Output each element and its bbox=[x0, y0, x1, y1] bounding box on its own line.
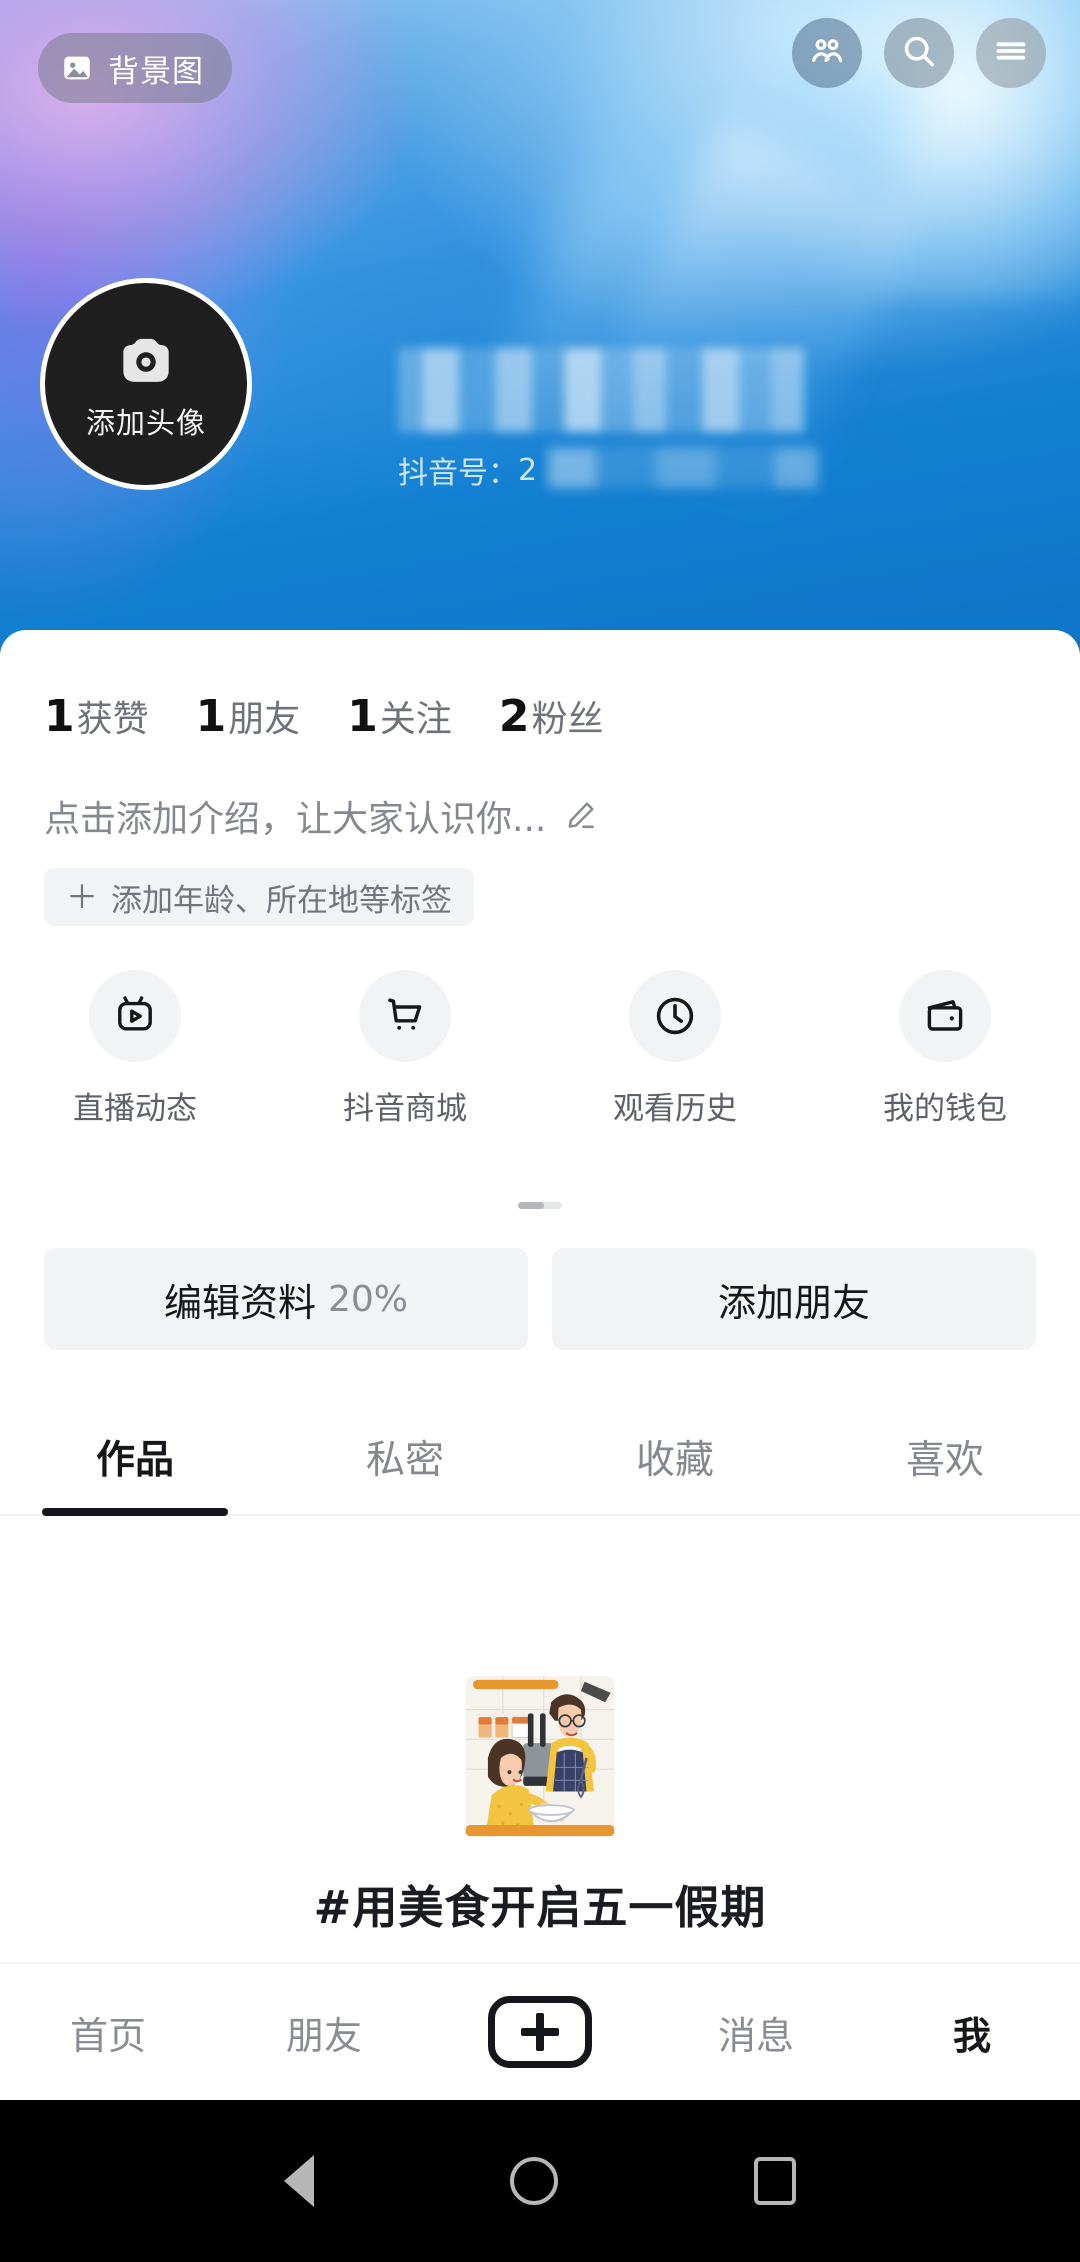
search-button[interactable] bbox=[884, 18, 954, 88]
header-actions bbox=[792, 18, 1046, 88]
edit-profile-button[interactable]: 编辑资料 20% bbox=[44, 1248, 528, 1350]
douyin-id-value: 2 bbox=[518, 452, 538, 488]
stat-label: 关注 bbox=[379, 699, 452, 740]
stat-value: 1 bbox=[44, 691, 75, 742]
quick-actions-scroll-indicator bbox=[518, 1202, 562, 1209]
system-navigation-bar bbox=[0, 2100, 1080, 2262]
add-tags-label: 添加年龄、所在地等标签 bbox=[111, 882, 453, 919]
background-image-label: 背景图 bbox=[108, 53, 204, 90]
bio-row[interactable]: 点击添加介绍，让大家认识你... bbox=[44, 790, 598, 842]
nav-label: 首页 bbox=[69, 2013, 146, 2058]
nav-messages[interactable]: 消息 bbox=[648, 2005, 864, 2060]
edit-profile-label: 编辑资料 bbox=[163, 1280, 316, 1325]
friends-button[interactable] bbox=[792, 18, 862, 88]
edit-profile-percent: 20% bbox=[328, 1278, 409, 1320]
back-button[interactable] bbox=[284, 2155, 314, 2207]
stat-following[interactable]: 1 关注 bbox=[347, 690, 452, 742]
quick-action-label: 我的钱包 bbox=[883, 1091, 1007, 1127]
stats-row: 1 获赞 1 朋友 1 关注 2 粉丝 bbox=[44, 690, 604, 742]
quick-action-history[interactable]: 观看历史 bbox=[540, 970, 810, 1128]
quick-action-live[interactable]: 直播动态 bbox=[0, 970, 270, 1128]
app-screen: 背景图 添加头像 抖音号： 2 1 获赞 1 朋友 1 关注 2 粉丝 点击添加… bbox=[0, 0, 1080, 2262]
stat-value: 2 bbox=[498, 691, 530, 742]
profile-actions: 编辑资料 20% 添加朋友 bbox=[44, 1248, 1036, 1350]
bottom-navigation: 首页 朋友 消息 我 bbox=[0, 1962, 1080, 2100]
avatar-caption: 添加头像 bbox=[85, 406, 206, 440]
tab-private[interactable]: 私密 bbox=[270, 1400, 540, 1514]
nav-label: 消息 bbox=[717, 2013, 794, 2058]
quick-action-wallet[interactable]: 我的钱包 bbox=[810, 970, 1080, 1128]
douyin-id-row[interactable]: 抖音号： 2 bbox=[398, 448, 818, 491]
promo-title: #用美食开启五一假期 bbox=[313, 1881, 767, 1934]
friends-icon bbox=[807, 31, 847, 75]
douyin-id-redacted bbox=[548, 448, 818, 488]
add-friend-button[interactable]: 添加朋友 bbox=[552, 1248, 1036, 1350]
profile-banner[interactable]: 背景图 添加头像 抖音号： 2 bbox=[0, 0, 1080, 660]
stat-value: 1 bbox=[347, 691, 378, 742]
plus-icon[interactable] bbox=[488, 1996, 592, 2068]
tab-favorites[interactable]: 收藏 bbox=[540, 1400, 810, 1514]
tab-label: 喜欢 bbox=[905, 1438, 984, 1483]
wallet-icon bbox=[899, 970, 991, 1062]
quick-action-label: 抖音商城 bbox=[343, 1091, 467, 1127]
bio-placeholder: 点击添加介绍，让大家认识你... bbox=[44, 799, 547, 840]
live-tv-icon bbox=[89, 970, 181, 1062]
menu-icon bbox=[991, 31, 1031, 75]
nav-create[interactable] bbox=[432, 1996, 648, 2068]
stat-label: 获赞 bbox=[76, 699, 149, 740]
quick-action-label: 观看历史 bbox=[613, 1091, 737, 1127]
cooking-couple-illustration bbox=[447, 1665, 633, 1851]
stat-label: 粉丝 bbox=[531, 699, 604, 740]
quick-actions-row: 直播动态 抖音商城 观看历史 我的钱包 bbox=[0, 970, 1080, 1128]
tab-label: 收藏 bbox=[635, 1438, 714, 1483]
tab-works[interactable]: 作品 bbox=[0, 1400, 270, 1514]
shopping-cart-icon bbox=[359, 970, 451, 1062]
menu-button[interactable] bbox=[976, 18, 1046, 88]
add-tags-button[interactable]: ＋ 添加年龄、所在地等标签 bbox=[44, 868, 475, 926]
profile-sheet: 1 获赞 1 朋友 1 关注 2 粉丝 点击添加介绍，让大家认识你... ＋ 添… bbox=[0, 630, 1080, 1962]
image-icon bbox=[60, 51, 94, 85]
stat-friends[interactable]: 1 朋友 bbox=[196, 690, 301, 742]
quick-action-mall[interactable]: 抖音商城 bbox=[270, 970, 540, 1128]
tab-likes[interactable]: 喜欢 bbox=[810, 1400, 1080, 1514]
nickname-redacted bbox=[398, 348, 804, 432]
douyin-id-label: 抖音号： bbox=[398, 456, 518, 491]
tab-label: 私密 bbox=[365, 1438, 444, 1483]
nav-home[interactable]: 首页 bbox=[0, 2005, 216, 2060]
promo-block[interactable]: #用美食开启五一假期 bbox=[0, 1665, 1080, 1936]
nav-friends[interactable]: 朋友 bbox=[216, 2005, 432, 2060]
search-icon bbox=[899, 31, 939, 75]
tab-label: 作品 bbox=[95, 1438, 174, 1483]
stat-followers[interactable]: 2 粉丝 bbox=[499, 690, 604, 742]
home-button[interactable] bbox=[510, 2157, 558, 2205]
background-image-button[interactable]: 背景图 bbox=[38, 33, 232, 103]
content-tabs: 作品 私密 收藏 喜欢 bbox=[0, 1400, 1080, 1516]
plus-icon: ＋ bbox=[66, 878, 99, 916]
clock-icon bbox=[629, 970, 721, 1062]
pencil-icon[interactable] bbox=[562, 798, 598, 834]
profile-identity: 抖音号： 2 bbox=[398, 348, 818, 491]
stat-likes[interactable]: 1 获赞 bbox=[44, 690, 149, 742]
nav-label: 我 bbox=[952, 2013, 991, 2058]
add-friend-label: 添加朋友 bbox=[717, 1280, 870, 1325]
stat-label: 朋友 bbox=[228, 699, 301, 740]
stat-value: 1 bbox=[195, 691, 227, 742]
nav-label: 朋友 bbox=[285, 2013, 362, 2058]
recents-button[interactable] bbox=[754, 2157, 796, 2205]
avatar[interactable]: 添加头像 bbox=[40, 278, 252, 490]
nav-me[interactable]: 我 bbox=[864, 2005, 1080, 2060]
quick-action-label: 直播动态 bbox=[73, 1091, 197, 1127]
camera-icon bbox=[113, 326, 179, 394]
